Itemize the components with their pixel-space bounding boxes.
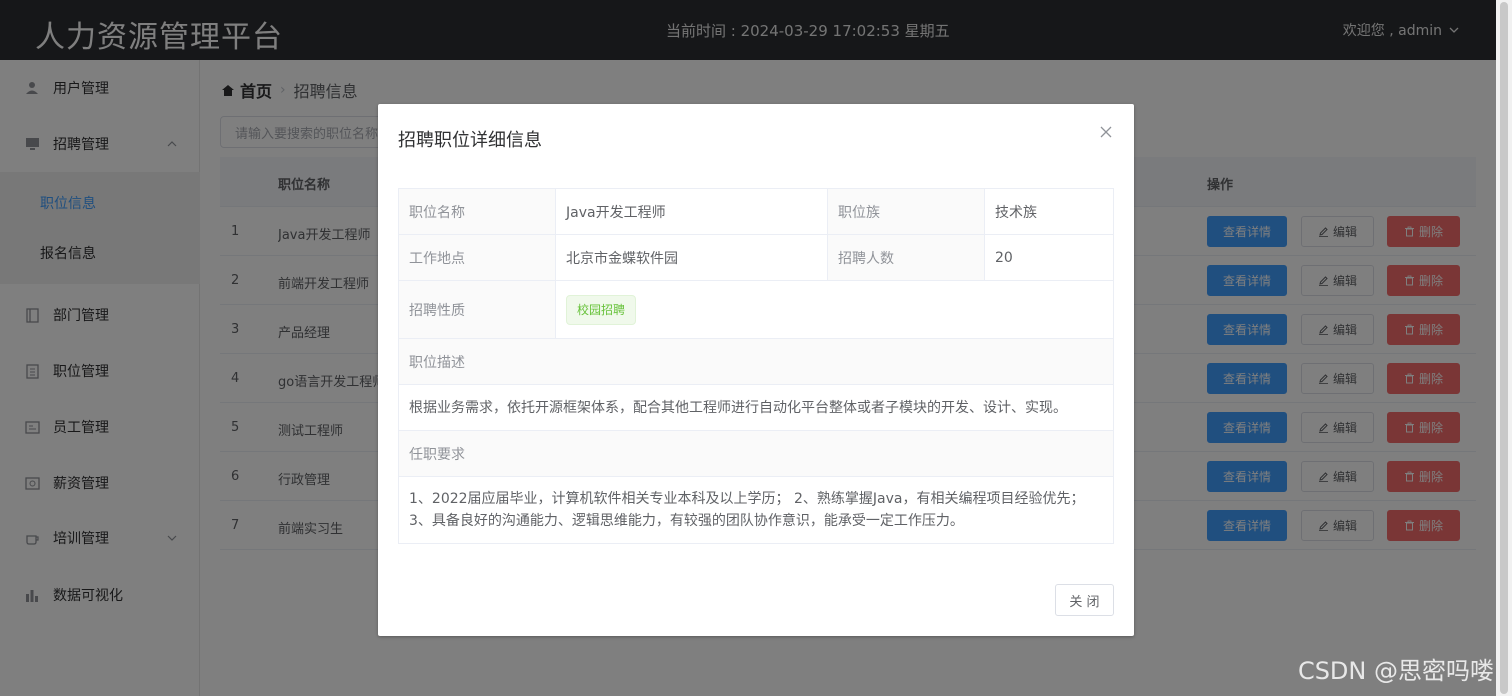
value-headcount: 20 — [995, 249, 1013, 266]
label-description: 职位描述 — [399, 339, 1113, 385]
scrollbar-thumb[interactable] — [1500, 2, 1508, 694]
value-position-family: 技术族 — [995, 204, 1037, 221]
value-location: 北京市金蝶软件园 — [556, 235, 828, 280]
detail-descriptions: 职位名称 Java开发工程师 职位族 技术族 工作地点 北京市金蝶软件园 招聘人… — [398, 188, 1114, 544]
recruit-type-tag: 校园招聘 — [566, 294, 637, 325]
close-button[interactable]: 关 闭 — [1055, 584, 1114, 616]
detail-row: 职位名称 Java开发工程师 职位族 技术族 — [399, 189, 1113, 235]
label-position-family: 职位族 — [828, 189, 985, 234]
value-position-name: Java开发工程师 — [556, 189, 828, 234]
label-headcount: 招聘人数 — [828, 235, 985, 280]
position-detail-dialog: 招聘职位详细信息 职位名称 Java开发工程师 职位族 技术族 工作地点 北京市… — [378, 104, 1134, 636]
watermark: CSDN @思密吗喽 — [1297, 657, 1494, 685]
label-recruit-type: 招聘性质 — [399, 281, 556, 338]
label-location: 工作地点 — [399, 235, 556, 280]
value-recruit-type: 校园招聘 — [556, 281, 1113, 338]
requirements-line: 1、2022届应届毕业，计算机软件相关专业本科及以上学历； 2、熟练掌握Java… — [409, 491, 1085, 507]
detail-row: 招聘性质 校园招聘 — [399, 281, 1113, 339]
dialog-title: 招聘职位详细信息 — [398, 130, 542, 151]
close-icon[interactable] — [1098, 124, 1114, 140]
value-requirements: 1、2022届应届毕业，计算机软件相关专业本科及以上学历； 2、熟练掌握Java… — [399, 477, 1113, 543]
requirements-line: 3、具备良好的沟通能力、逻辑思维能力，有较强的团队协作意识，能承受一定工作压力。 — [409, 513, 964, 529]
label-requirements: 任职要求 — [399, 431, 1113, 477]
page-scrollbar[interactable] — [1496, 0, 1512, 696]
detail-row: 工作地点 北京市金蝶软件园 招聘人数 20 — [399, 235, 1113, 281]
value-description: 根据业务需求，依托开源框架体系，配合其他工程师进行自动化平台整体或者子模块的开发… — [399, 385, 1113, 431]
label-position-name: 职位名称 — [399, 189, 556, 234]
